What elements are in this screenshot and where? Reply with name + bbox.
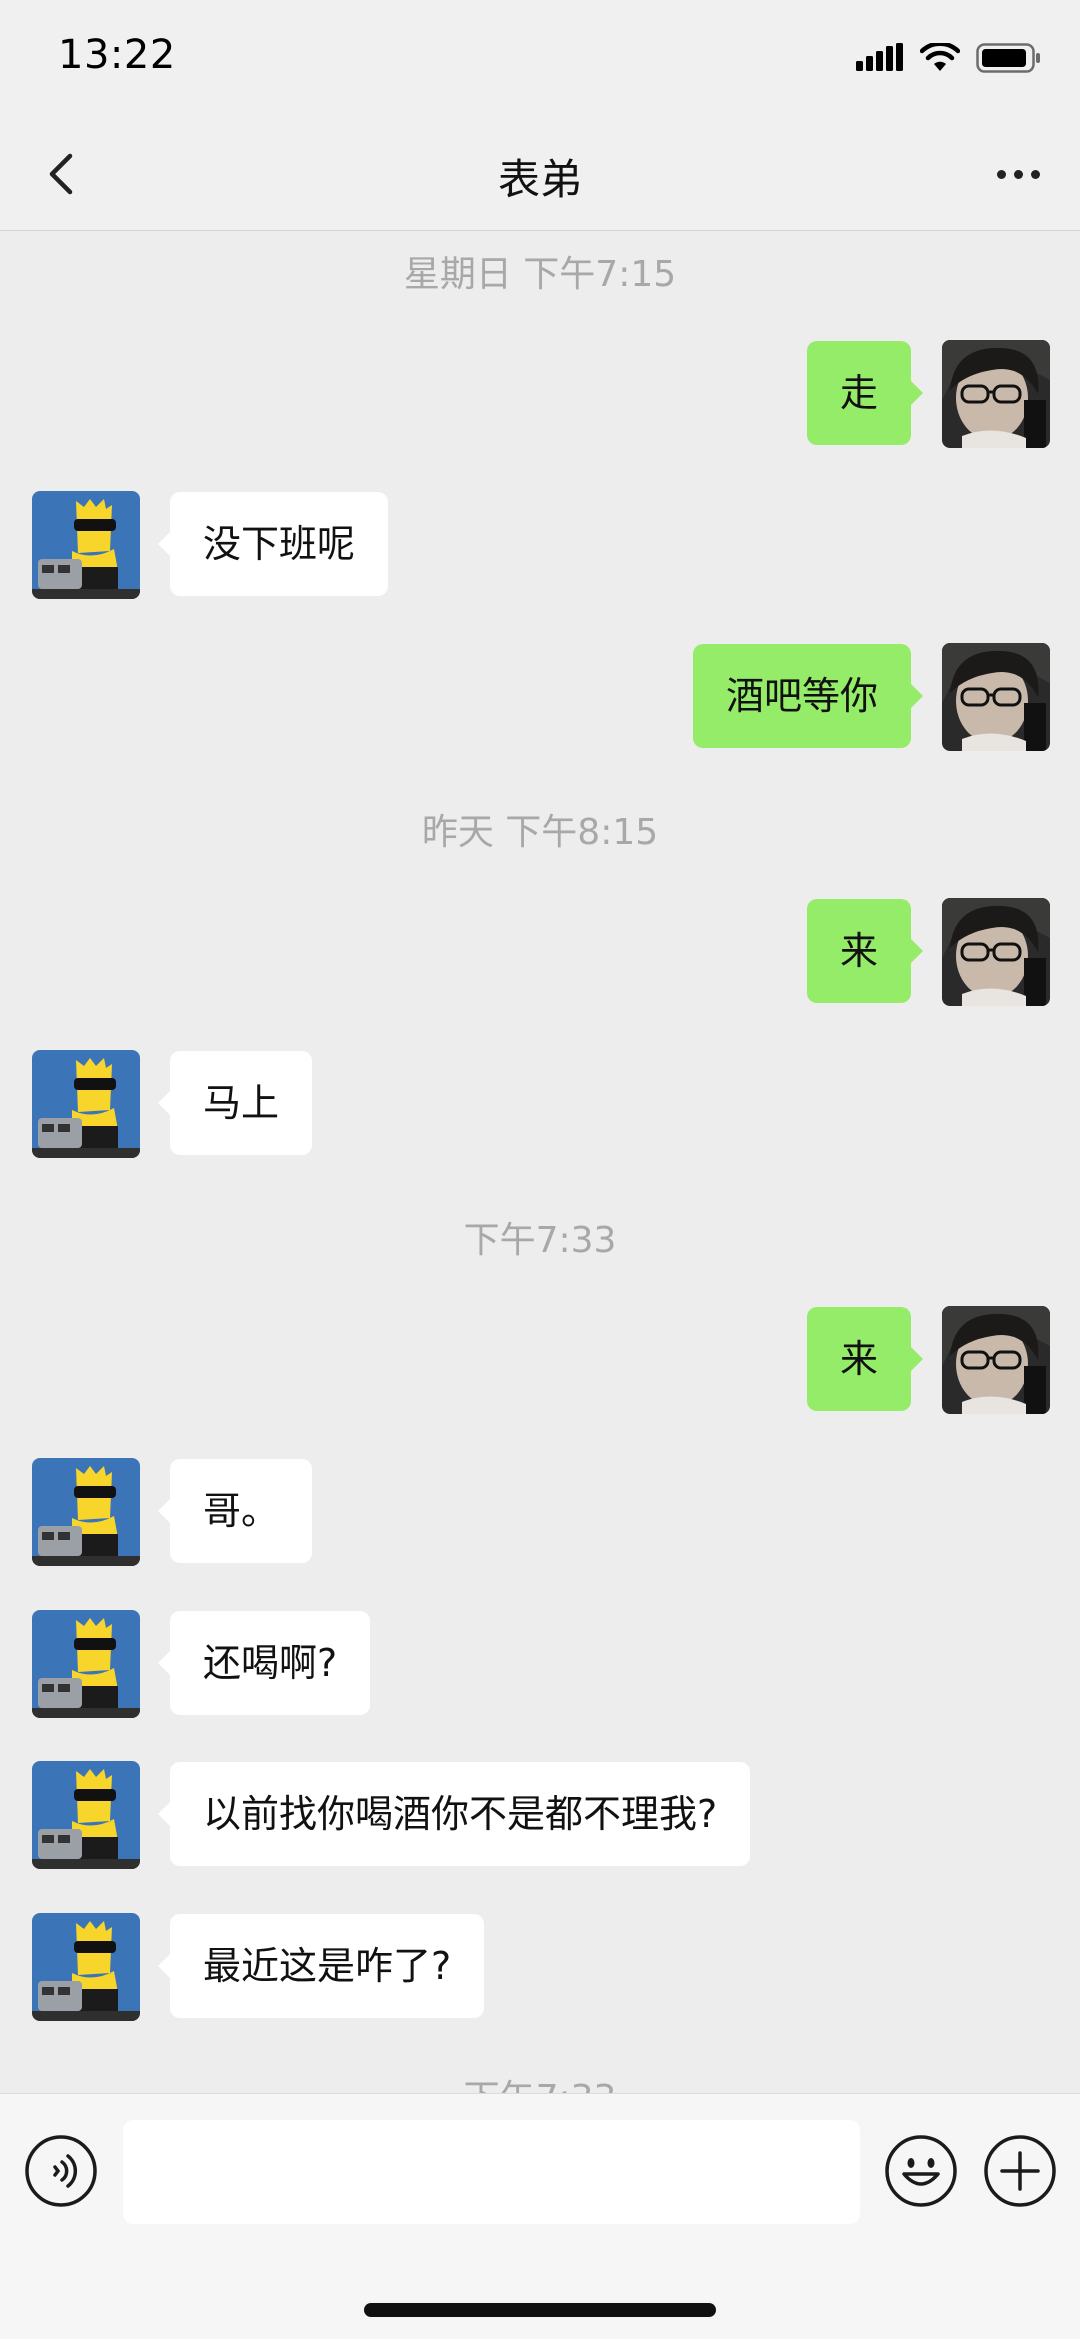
my-avatar[interactable] [942, 1306, 1050, 1414]
timestamp: 星期日 下午7:15 [403, 254, 677, 295]
person-photo-icon [942, 898, 1050, 1006]
voice-button[interactable] [24, 2134, 98, 2208]
voice-icon [25, 2135, 97, 2207]
more-dot [1013, 169, 1023, 179]
contact-avatar[interactable] [32, 1458, 140, 1566]
timestamp: 下午7:33 [463, 1220, 617, 1261]
cartoon-avatar-icon [32, 1913, 140, 2021]
home-indicator[interactable] [364, 2303, 716, 2317]
message-bubble-incoming[interactable]: 最近这是咋了? [157, 1914, 485, 2018]
chat-title: 表弟 [497, 155, 582, 204]
battery-icon [976, 43, 1040, 73]
message-bubble-incoming[interactable]: 还喝啊? [157, 1611, 371, 1715]
input-bar [0, 2093, 1080, 2339]
contact-avatar[interactable] [32, 491, 140, 599]
timestamp: 昨天 下午8:15 [421, 812, 659, 853]
message-bubble-outgoing[interactable]: 来 [806, 899, 924, 1003]
message-bubble-incoming[interactable]: 哥。 [157, 1459, 313, 1563]
message-bubble-outgoing[interactable]: 走 [806, 341, 924, 445]
cartoon-avatar-icon [32, 1610, 140, 1718]
wifi-icon [920, 43, 960, 71]
cartoon-avatar-icon [32, 1050, 140, 1158]
status-time: 13:22 [58, 32, 176, 78]
message-bubble-incoming[interactable]: 没下班呢 [157, 492, 389, 596]
my-avatar[interactable] [942, 340, 1050, 448]
more-dot [1030, 169, 1040, 179]
more-button[interactable] [986, 148, 1050, 200]
emoji-icon [885, 2135, 957, 2207]
plus-icon [984, 2135, 1056, 2207]
contact-avatar[interactable] [32, 1610, 140, 1718]
person-photo-icon [942, 340, 1050, 448]
status-bar: 13:22 [0, 0, 1080, 118]
cartoon-avatar-icon [32, 1458, 140, 1566]
chat-header: 表弟 [0, 118, 1080, 231]
status-icons [856, 38, 1042, 78]
my-avatar[interactable] [942, 898, 1050, 1006]
cartoon-avatar-icon [32, 1761, 140, 1869]
emoji-button[interactable] [884, 2134, 958, 2208]
more-dots-icon [996, 169, 1006, 179]
my-avatar[interactable] [942, 643, 1050, 751]
message-bubble-incoming[interactable]: 以前找你喝酒你不是都不理我? [157, 1762, 751, 1866]
cartoon-avatar-icon [32, 491, 140, 599]
contact-avatar[interactable] [32, 1050, 140, 1158]
message-bubble-incoming[interactable]: 马上 [157, 1051, 313, 1155]
person-photo-icon [942, 1306, 1050, 1414]
contact-avatar[interactable] [32, 1761, 140, 1869]
contact-avatar[interactable] [32, 1913, 140, 2021]
message-bubble-outgoing[interactable]: 来 [806, 1307, 924, 1411]
cellular-signal-icon [856, 43, 903, 71]
message-bubble-outgoing[interactable]: 酒吧等你 [692, 644, 924, 748]
person-photo-icon [942, 643, 1050, 751]
more-functions-button[interactable] [983, 2134, 1057, 2208]
message-list[interactable]: 星期日 下午7:15 走 没下班呢 酒吧等你 昨天 下午8:15 来 马上 下午… [0, 231, 1080, 2093]
message-input[interactable] [123, 2120, 860, 2224]
timestamp: 下午7:33 [0, 2069, 1080, 2093]
